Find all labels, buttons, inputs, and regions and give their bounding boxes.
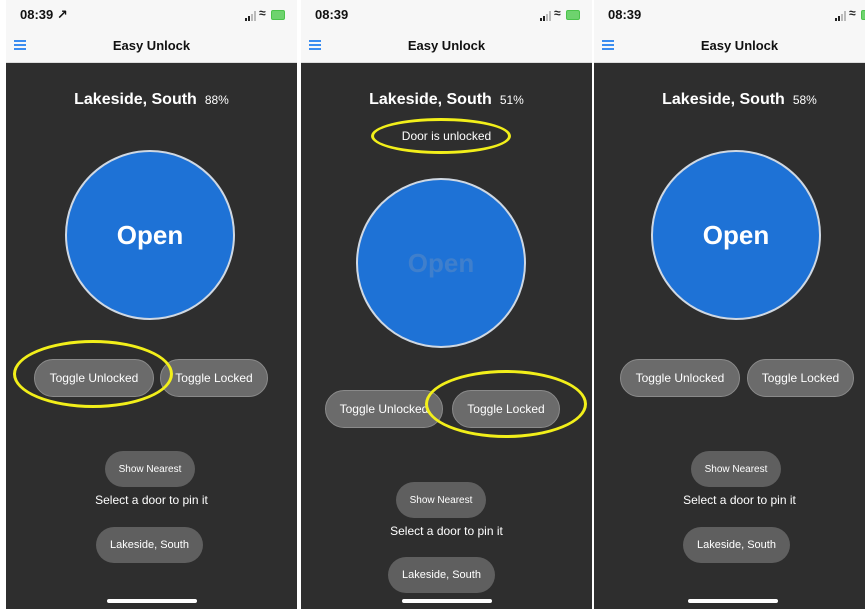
- show-nearest-button[interactable]: Show Nearest: [691, 451, 781, 487]
- toggle-locked-button[interactable]: Toggle Locked: [747, 359, 854, 397]
- open-door-button[interactable]: Open: [651, 150, 821, 320]
- status-icons: ≈: [245, 6, 285, 21]
- select-door-hint: Select a door to pin it: [683, 493, 796, 507]
- pinned-door-button[interactable]: Lakeside, South: [96, 527, 203, 563]
- wifi-icon: ≈: [259, 6, 266, 20]
- select-door-hint: Select a door to pin it: [390, 524, 503, 538]
- toggle-locked-button[interactable]: Toggle Locked: [452, 390, 560, 428]
- phone-screen-1: 08:39 ↗ ≈ Easy Unlock Lakeside, South 88%…: [6, 0, 297, 609]
- status-icons: ≈: [540, 6, 580, 21]
- battery-icon: [566, 10, 580, 20]
- location-arrow-icon: ↗: [56, 7, 68, 22]
- status-bar: 08:39 ≈: [301, 0, 592, 28]
- signal-icon: [835, 11, 847, 21]
- toggle-unlocked-button[interactable]: Toggle Unlocked: [325, 390, 443, 428]
- nav-bar: Easy Unlock: [594, 28, 865, 63]
- toggle-unlocked-button[interactable]: Toggle Unlocked: [34, 359, 154, 397]
- nav-title: Easy Unlock: [112, 38, 191, 53]
- wifi-icon: ≈: [554, 6, 561, 20]
- door-status-text: Door is unlocked: [401, 129, 492, 143]
- door-battery-percent: 51%: [499, 93, 524, 107]
- phone-screen-3: 08:39 ≈ Easy Unlock Lakeside, South 58% O…: [594, 0, 865, 609]
- pinned-door-button[interactable]: Lakeside, South: [683, 527, 790, 563]
- show-nearest-button[interactable]: Show Nearest: [396, 482, 486, 518]
- status-bar: 08:39 ≈: [594, 0, 865, 28]
- battery-icon: [271, 10, 285, 20]
- status-icons: ≈: [835, 6, 865, 21]
- nav-title: Easy Unlock: [700, 38, 779, 53]
- signal-icon: [245, 11, 257, 21]
- door-battery-percent: 88%: [204, 93, 229, 107]
- door-name: Lakeside, South: [369, 91, 492, 108]
- nav-bar: Easy Unlock: [6, 28, 297, 63]
- pinned-door-button[interactable]: Lakeside, South: [388, 557, 495, 593]
- toggle-locked-button[interactable]: Toggle Locked: [160, 359, 268, 397]
- door-name: Lakeside, South: [74, 91, 197, 108]
- home-indicator: [687, 599, 778, 603]
- nav-title: Easy Unlock: [407, 38, 486, 53]
- nav-bar: Easy Unlock: [301, 28, 592, 63]
- show-nearest-button[interactable]: Show Nearest: [105, 451, 195, 487]
- door-name: Lakeside, South: [662, 91, 785, 108]
- open-label: Open: [407, 247, 475, 278]
- door-header: Lakeside, South 58%: [594, 91, 865, 109]
- status-bar: 08:39 ↗ ≈: [6, 0, 297, 28]
- door-header: Lakeside, South 88%: [6, 91, 297, 109]
- signal-icon: [540, 11, 552, 21]
- status-time: 08:39 ↗: [20, 7, 68, 22]
- select-door-hint: Select a door to pin it: [95, 493, 208, 507]
- door-header: Lakeside, South 51%: [301, 91, 592, 109]
- open-label: Open: [116, 219, 184, 250]
- status-time: 08:39: [608, 7, 642, 22]
- status-time: 08:39: [315, 7, 349, 22]
- open-label: Open: [702, 219, 770, 250]
- home-indicator: [106, 599, 197, 603]
- wifi-icon: ≈: [849, 6, 856, 20]
- door-battery-percent: 58%: [792, 93, 817, 107]
- phone-screen-2: 08:39 ≈ Easy Unlock Lakeside, South 51% D…: [301, 0, 592, 609]
- open-door-button[interactable]: Open: [65, 150, 235, 320]
- toggle-unlocked-button[interactable]: Toggle Unlocked: [620, 359, 740, 397]
- battery-icon: [861, 10, 865, 20]
- home-indicator: [401, 599, 492, 603]
- open-door-button[interactable]: Open: [356, 178, 526, 348]
